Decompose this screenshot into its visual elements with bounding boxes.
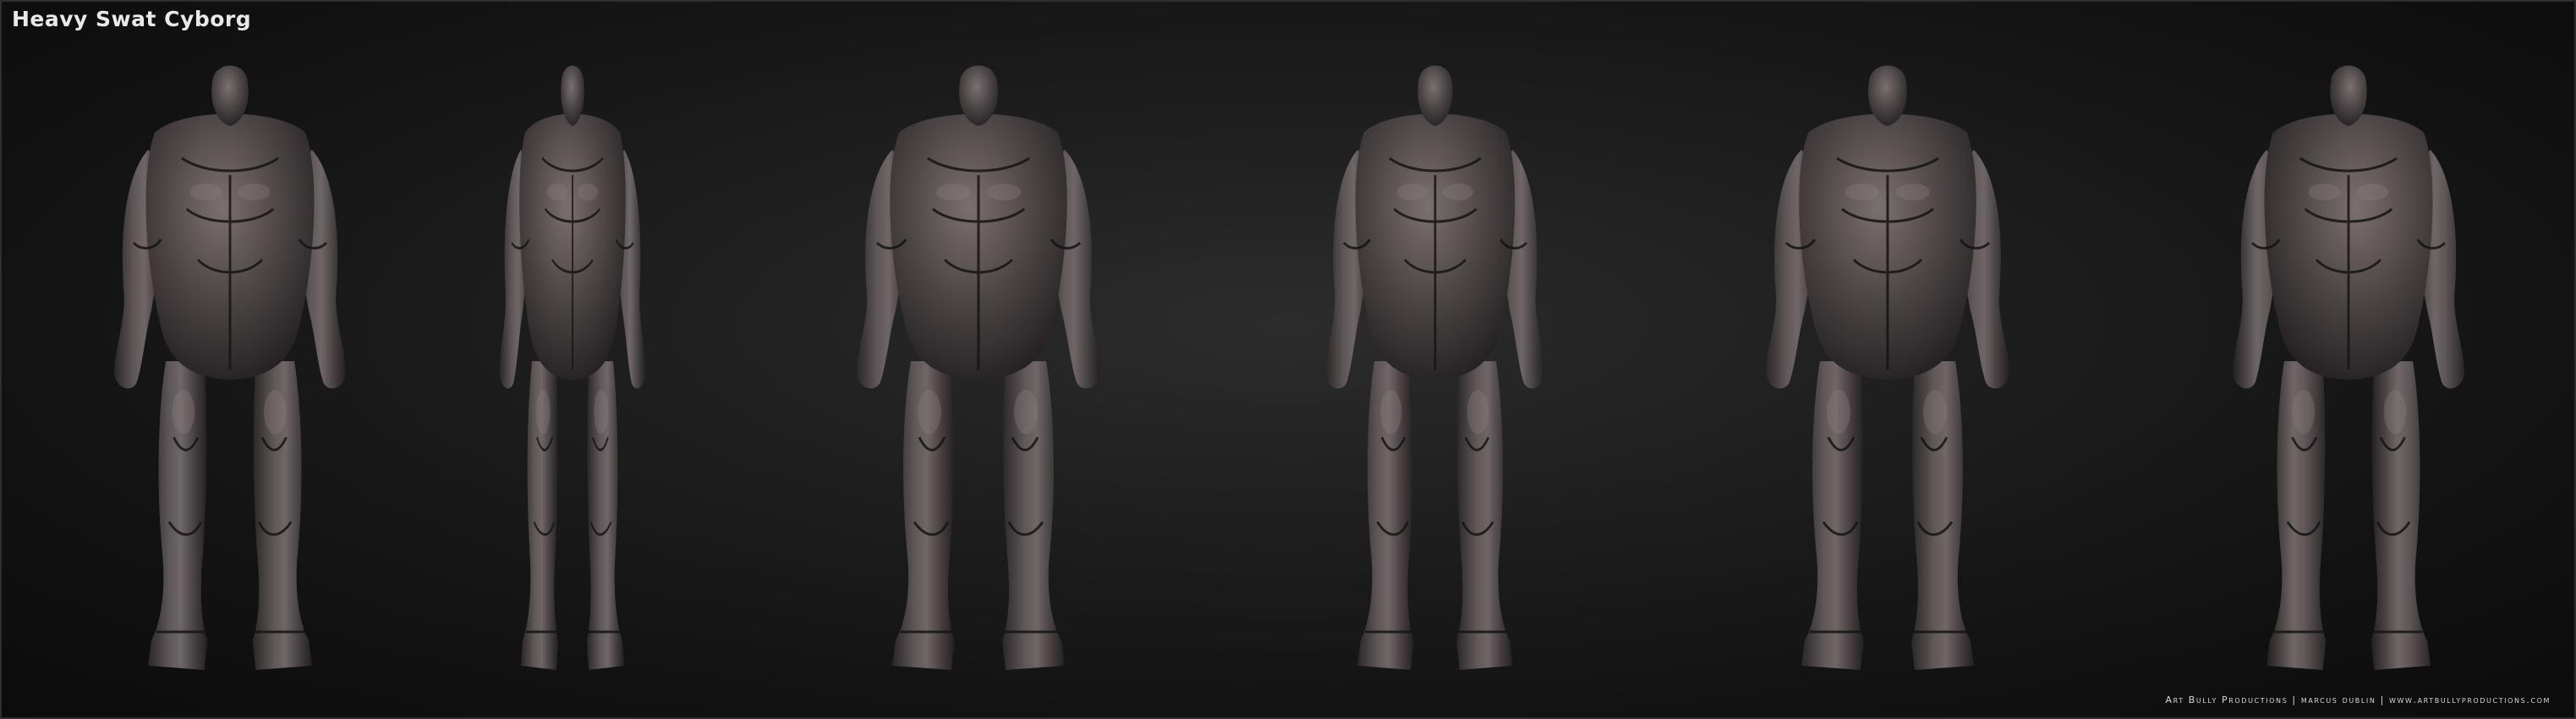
cyborg-figure-front-three-quarter — [27, 48, 433, 691]
cyborg-figure-back-three-quarter — [1253, 48, 1617, 691]
cyborg-figure-front-three-quarter-left — [2150, 48, 2547, 691]
cyborg-figure-side — [458, 48, 687, 691]
page-title: Heavy Swat Cyborg — [12, 7, 252, 31]
cyborg-figure-back — [1659, 48, 2116, 691]
cyborg-figure-front — [729, 48, 1228, 691]
render-sheet: Heavy Swat Cyborg Art Bully Productions … — [0, 0, 2576, 719]
credits-text: Art Bully Productions | marcus dublin | … — [2165, 694, 2551, 705]
